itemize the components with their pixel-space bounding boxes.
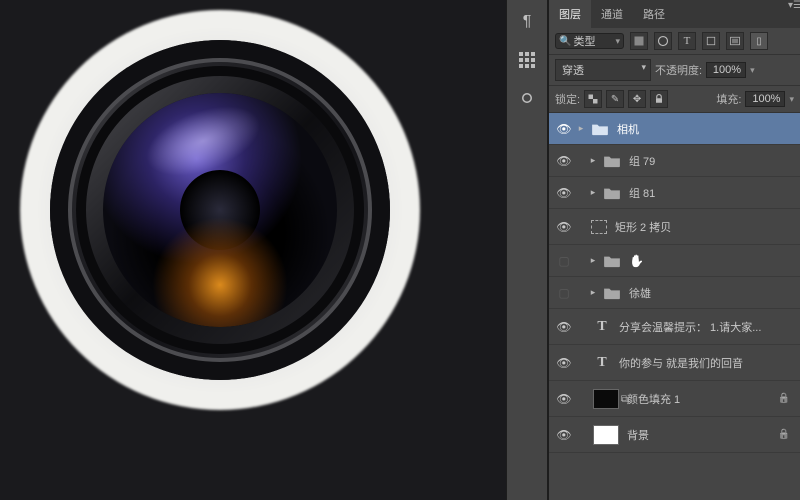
- layer-row[interactable]: 👁 T分享会温馨提示： 1.请大家...: [549, 309, 800, 345]
- layer-row[interactable]: 👁 T你的参与 就是我们的回音: [549, 345, 800, 381]
- folder-icon: [591, 121, 609, 137]
- layer-row[interactable]: 👁 矩形 2 拷贝: [549, 209, 800, 245]
- lock-transparency-icon[interactable]: [584, 90, 602, 108]
- layer-name[interactable]: 徐雄: [625, 285, 796, 301]
- expand-toggle-icon[interactable]: ▸: [575, 123, 587, 134]
- layer-name[interactable]: 组 81: [625, 185, 796, 201]
- layer-row[interactable]: 👁 ⧉颜色填充 1🔒: [549, 381, 800, 417]
- fill-label: 填充:: [716, 91, 741, 107]
- type-layer-icon: T: [593, 319, 611, 335]
- lock-pixels-icon[interactable]: ✎: [606, 90, 624, 108]
- type-layer-icon: T: [593, 355, 611, 371]
- layer-name[interactable]: 分享会温馨提示： 1.请大家...: [615, 319, 796, 335]
- filter-adjust-icon[interactable]: [654, 32, 672, 50]
- folder-icon: [603, 285, 621, 301]
- filter-toggle-icon[interactable]: ▯: [750, 32, 768, 50]
- lock-label: 锁定:: [555, 91, 580, 107]
- expand-toggle-icon[interactable]: ▸: [587, 155, 599, 166]
- filter-kind-input[interactable]: [573, 35, 615, 47]
- lock-position-icon[interactable]: ✥: [628, 90, 646, 108]
- layer-name[interactable]: 背景: [623, 427, 778, 443]
- expand-toggle-icon[interactable]: ▸: [587, 287, 599, 298]
- filter-kind-dropdown[interactable]: 🔍 ▾: [555, 33, 624, 49]
- layer-row[interactable]: 👁 背景🔒: [549, 417, 800, 453]
- visibility-toggle-icon[interactable]: 👁: [553, 220, 575, 234]
- search-icon: 🔍: [559, 36, 571, 47]
- tab-channels[interactable]: 通道: [591, 0, 633, 28]
- expand-toggle-icon[interactable]: ▸: [587, 255, 599, 266]
- layer-row[interactable]: ▢ ▸ ✋: [549, 245, 800, 277]
- panel-tabs: 图层 通道 路径 ▾☰: [549, 0, 800, 28]
- layer-name[interactable]: 矩形 2 拷贝: [611, 219, 796, 235]
- visibility-toggle-icon[interactable]: ▢: [553, 254, 575, 268]
- layer-name[interactable]: 相机: [613, 121, 796, 137]
- align-grid-icon[interactable]: [515, 48, 539, 72]
- folder-icon: [603, 153, 621, 169]
- chevron-down-icon[interactable]: ▾: [789, 94, 794, 105]
- link-icon: ⧉: [621, 394, 628, 405]
- canvas-area[interactable]: [0, 0, 506, 500]
- blend-mode-select[interactable]: 穿透: [555, 59, 651, 81]
- filter-type-icon[interactable]: T: [678, 32, 696, 50]
- layer-thumbnail: [593, 425, 619, 445]
- visibility-toggle-icon[interactable]: 👁: [553, 320, 575, 334]
- shape-icon: [591, 220, 607, 234]
- layer-name[interactable]: 组 79: [625, 153, 796, 169]
- blend-row: 穿透 不透明度: 100% ▾: [549, 55, 800, 86]
- layer-name[interactable]: 颜色填充 1: [623, 391, 778, 407]
- layers-panel: 图层 通道 路径 ▾☰ 🔍 ▾ T ▯ 穿透 不透明度: 100% ▾ 锁定: …: [548, 0, 800, 500]
- paragraph-panel-icon[interactable]: ¶: [515, 10, 539, 34]
- folder-icon: [603, 253, 621, 269]
- layer-row[interactable]: 👁▸ 相机: [549, 113, 800, 145]
- vertical-tool-strip: ¶: [506, 0, 548, 500]
- visibility-toggle-icon[interactable]: ▢: [553, 286, 575, 300]
- visibility-toggle-icon[interactable]: 👁: [553, 186, 575, 200]
- visibility-toggle-icon[interactable]: 👁: [553, 122, 575, 136]
- lock-icon: 🔒: [778, 393, 796, 404]
- chevron-down-icon[interactable]: ▾: [750, 65, 755, 76]
- visibility-toggle-icon[interactable]: 👁: [553, 154, 575, 168]
- lock-all-icon[interactable]: [650, 90, 668, 108]
- opacity-label: 不透明度:: [655, 62, 702, 78]
- tab-paths[interactable]: 路径: [633, 0, 675, 28]
- opacity-input[interactable]: 100%: [706, 62, 746, 78]
- layer-list: 👁▸相机👁▸组 79👁▸组 81👁矩形 2 拷贝▢▸✋▢▸徐雄👁T分享会温馨提示…: [549, 113, 800, 453]
- visibility-toggle-icon[interactable]: 👁: [553, 428, 575, 442]
- folder-icon: [603, 185, 621, 201]
- chevron-down-icon: ▾: [615, 36, 620, 47]
- layer-row[interactable]: 👁 ▸ 组 79: [549, 145, 800, 177]
- layer-name[interactable]: 你的参与 就是我们的回音: [615, 355, 796, 371]
- visibility-toggle-icon[interactable]: 👁: [553, 356, 575, 370]
- layer-row[interactable]: 👁 ▸ 组 81: [549, 177, 800, 209]
- tab-layers[interactable]: 图层: [549, 0, 591, 28]
- expand-toggle-icon[interactable]: ▸: [587, 187, 599, 198]
- layer-thumbnail: ⧉: [593, 389, 619, 409]
- lock-icon: 🔒: [778, 429, 796, 440]
- filter-pixel-icon[interactable]: [630, 32, 648, 50]
- panel-flyout-menu-icon[interactable]: ▾☰: [788, 0, 800, 28]
- filter-smart-icon[interactable]: [726, 32, 744, 50]
- layer-row[interactable]: ▢ ▸ 徐雄: [549, 277, 800, 309]
- fill-input[interactable]: 100%: [745, 91, 785, 107]
- layer-filter-row: 🔍 ▾ T ▯: [549, 28, 800, 55]
- canvas-artwork: [0, 0, 440, 440]
- filter-shape-icon[interactable]: [702, 32, 720, 50]
- libraries-icon[interactable]: [515, 86, 539, 110]
- hand-cursor-icon: ✋: [629, 254, 644, 268]
- visibility-toggle-icon[interactable]: 👁: [553, 392, 575, 406]
- lock-row: 锁定: ✎ ✥ 填充: 100% ▾: [549, 86, 800, 113]
